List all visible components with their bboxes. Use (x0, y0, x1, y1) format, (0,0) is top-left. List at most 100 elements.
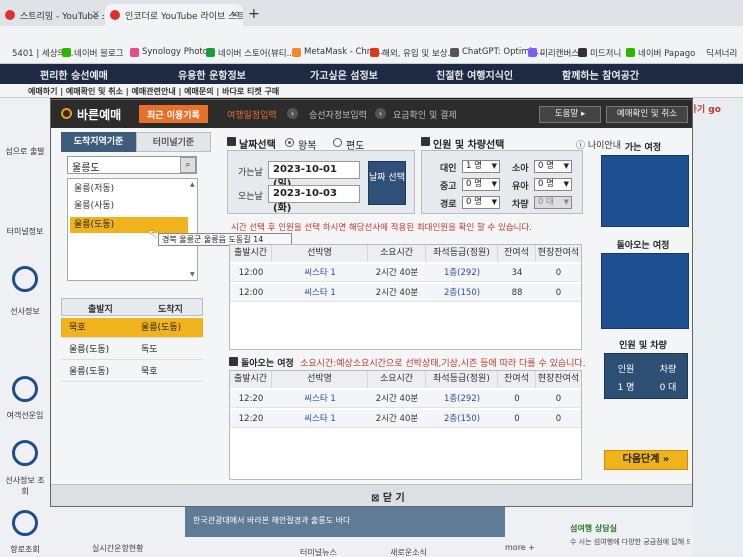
pax-box: 대인 1 명 ▼ 소아 0 명 ▼ 중고 0 명 ▼ 유아 0 명 ▼ 경로 0 명 ▼ … (421, 150, 583, 214)
cell-left: 0 (514, 414, 520, 424)
adult-select[interactable]: 1 명 ▼ (462, 160, 500, 173)
return-journey-title: 돌아오는 여정 (616, 241, 670, 251)
cell-grade[interactable]: 2층(150) (426, 284, 498, 302)
nav-item[interactable]: 편리한 승선예매 (40, 67, 108, 82)
search-icon[interactable]: ⌕ (180, 157, 196, 173)
left-menu-item[interactable]: 섬으로 출발 (2, 146, 48, 157)
date-select-button[interactable]: 날짜 선택 (368, 161, 406, 205)
help-button[interactable]: 도움말 ▸ (539, 106, 601, 123)
nav-item[interactable]: 친절한 여행지식인 (436, 67, 513, 82)
list-item[interactable]: 울릉(저동) (70, 181, 188, 197)
header-from: 출발지 (88, 305, 113, 315)
list-item[interactable]: 울릉(사동) (70, 198, 188, 214)
new-tab-button[interactable]: + (248, 6, 260, 22)
go-journey-panel (601, 155, 689, 227)
cell-ship[interactable]: 씨스타 1 (272, 390, 368, 408)
site-top-nav: 편리한 승선예매 유용한 운항정보 가고싶은 섬정보 친절한 여행지식인 함께하… (0, 64, 743, 84)
infant-select[interactable]: 0 명 ▼ (534, 178, 572, 191)
bookmark-item[interactable]: 해외, 유입 및 보상... (370, 47, 456, 59)
destination-search-input[interactable]: 울릉도 (67, 156, 197, 174)
address-bar[interactable] (0, 26, 743, 42)
depart-date-field[interactable]: 2023-10-01 (일) (268, 161, 360, 190)
bottom-link[interactable]: 터미널뉴스 (300, 547, 337, 557)
col-header: 소요시간 (368, 371, 426, 388)
left-menu-item[interactable]: 터미널정보 (2, 226, 48, 237)
left-menu-item[interactable]: 여객선운임 (2, 410, 48, 421)
close-tab-icon[interactable]: × (92, 9, 100, 20)
col-header: 현장잔여석 (536, 245, 581, 262)
child-select[interactable]: 0 명 ▼ (534, 160, 572, 173)
ferry-icon (12, 376, 38, 402)
bookmark-item[interactable]: 미리캔버스 (528, 47, 579, 59)
confirm-cancel-button[interactable]: 예매확인 및 취소 (606, 106, 688, 123)
col-header: 출발시간 (230, 245, 272, 262)
route-row[interactable]: 울릉(도동) 독도 (61, 340, 203, 360)
logo-icon (61, 108, 72, 119)
tab-region[interactable]: 도착지역기준 (61, 132, 136, 152)
close-button[interactable]: ⊠ 닫 기 (371, 489, 405, 504)
bottom-link[interactable]: 실시간운항현황 (92, 543, 144, 554)
route-row[interactable]: 울릉(도동) 묵호 (61, 362, 203, 382)
bookmark-item[interactable]: 미드저니 (578, 47, 621, 59)
date-box: 가는날 2023-10-01 (일) 오는날 2023-10-03 (화) 날짜… (227, 150, 415, 214)
close-tab-icon[interactable]: × (231, 9, 239, 20)
consult-tag[interactable]: 섬여행 상담실 (570, 523, 617, 534)
square-bullet-icon (227, 137, 236, 146)
cell-ship[interactable]: 씨스타 1 (272, 284, 368, 302)
nav-item[interactable]: 함께하는 참여공간 (562, 67, 639, 82)
step-payment[interactable]: 요금확인 및 결제 (393, 108, 457, 121)
left-menu-item[interactable]: 선사정보 조회 (2, 475, 48, 497)
site-left-menu: 섬으로 출발 터미널정보 선사정보 여객선운임 선사정보 조회 항로조회 (0, 98, 50, 557)
scroll-up-icon[interactable]: ▲ (190, 181, 197, 188)
outbound-table: 출발시간 선박명 소요시간 좌석등급(정원) 잔여석 현장잔여석 12:00 씨… (229, 244, 582, 350)
cell-grade[interactable]: 2층(150) (426, 410, 498, 428)
car-label: 차량 (512, 200, 529, 210)
bookmark-item[interactable]: 네이버 스토어(뷰티... (206, 47, 295, 59)
list-item-selected[interactable]: 울릉(도동) (70, 217, 188, 233)
bookmark-item[interactable]: 네이버 블로그 (62, 47, 124, 59)
cell-left: 0 (514, 394, 520, 404)
papago-icon (626, 48, 635, 57)
tab-terminal[interactable]: 터미널기준 (136, 132, 211, 152)
left-menu-item[interactable]: 항로조회 (2, 544, 48, 555)
time-notice: 시간 선택 후 인원을 선택 하시면 해당선사에 적용된 최대인원을 확인 할 … (231, 223, 533, 233)
nav-item[interactable]: 가고싶은 섬정보 (310, 67, 378, 82)
step-passenger-info[interactable]: 승선자정보입력 (309, 108, 367, 121)
senior-label: 중고 (440, 182, 457, 192)
search-icon (12, 440, 38, 466)
metamask-icon (292, 48, 301, 57)
destination-list: 울릉(저동) 울릉(사동) 울릉(도동) ▲ ▼ (67, 178, 198, 281)
route-from: 울릉(도동) (69, 345, 110, 355)
bottom-link[interactable]: 새로운소식 (390, 547, 427, 557)
elder-label: 경로 (440, 200, 457, 210)
step-itinerary[interactable]: 여행일정입력 (227, 108, 277, 121)
nav-item[interactable]: 유용한 운항정보 (178, 67, 246, 82)
pax-summary-panel: 인원 차량 1 명 0 대 (604, 353, 688, 399)
bookmark-item[interactable]: 네이버 Papago (626, 47, 695, 59)
cell-ship[interactable]: 씨스타 1 (272, 264, 368, 282)
browser-tab-active[interactable]: 인코더로 YouTube 라이브 스트... × (105, 4, 243, 26)
senior-select[interactable]: 0 명 ▼ (462, 178, 500, 191)
date-section-title: 날짜선택 (227, 136, 276, 151)
more-link[interactable]: more + (505, 543, 535, 552)
route-row-selected[interactable]: 묵호 울릉(도동) (61, 318, 203, 338)
bookmark-item[interactable]: Synology Photos (130, 47, 212, 57)
return-date-field[interactable]: 2023-10-03 (화) (268, 185, 360, 214)
elder-select[interactable]: 0 명 ▼ (462, 196, 500, 209)
cell-onsite: 0 (555, 394, 562, 404)
close-bar: ⊠ 닫 기 (51, 484, 692, 506)
cell-grade[interactable]: 1층(292) (426, 390, 498, 408)
bookmark-item[interactable]: 딕셔너리 (694, 47, 737, 59)
sub-nav-text[interactable]: 예매하기 | 예매확인 및 취소 | 예매관련안내 | 예매문의 | 바다로 티… (28, 86, 279, 97)
scroll-down-icon[interactable]: ▼ (190, 271, 197, 278)
depart-label: 가는날 (238, 168, 263, 178)
cell-grade[interactable]: 1층(292) (426, 264, 498, 282)
step-recent-history[interactable]: 최근 이용기록 (139, 105, 208, 123)
left-menu-item[interactable]: 선사정보 (2, 306, 48, 317)
cell-ship[interactable]: 씨스타 1 (272, 410, 368, 428)
next-step-button[interactable]: 다음단계 » (604, 450, 688, 470)
col-header: 선박명 (272, 371, 368, 388)
cell-time: 12:20 (238, 414, 264, 424)
browser-tab[interactable]: 스트리밍 - YouTube 스튜디오 × (0, 4, 104, 26)
youtube-icon (5, 10, 15, 20)
